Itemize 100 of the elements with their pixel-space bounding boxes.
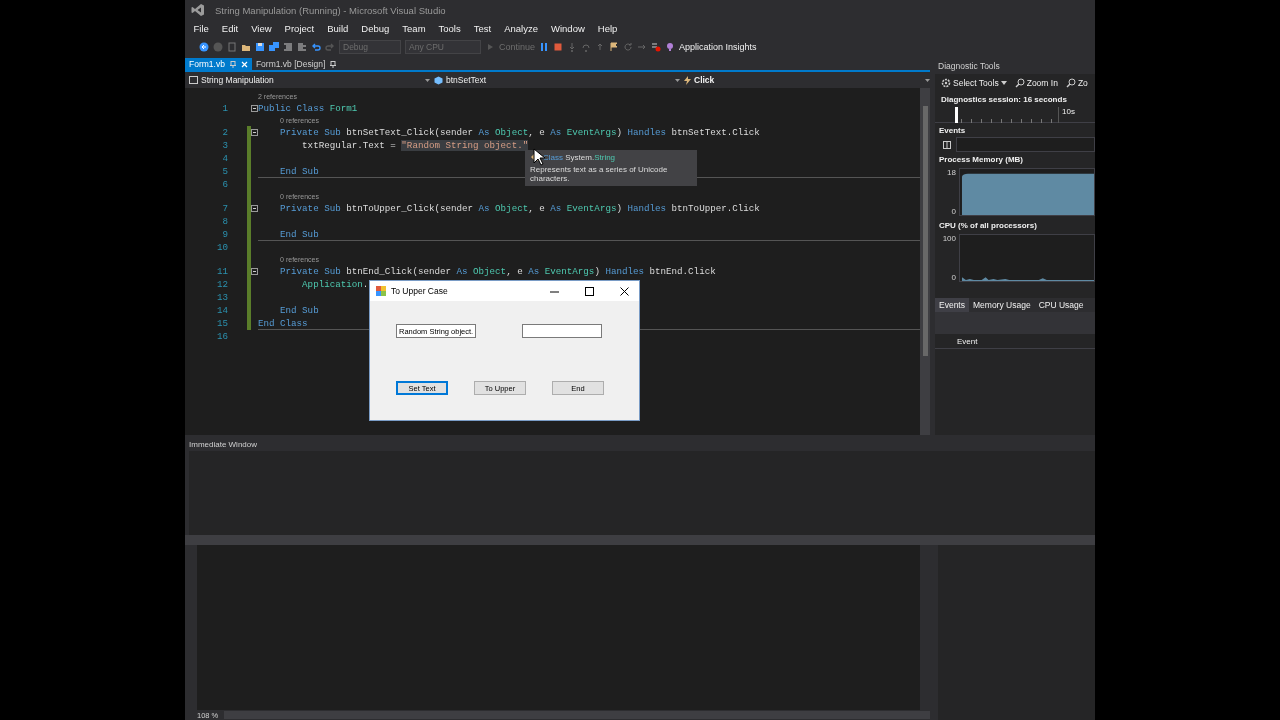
line-number: 11	[215, 266, 228, 277]
new-item-icon[interactable]	[227, 42, 237, 52]
line-number: 3	[221, 140, 228, 151]
collapse-icon[interactable]	[251, 129, 258, 136]
step-over-icon[interactable]	[581, 42, 592, 52]
code-line: End Class	[258, 317, 308, 329]
axis-label: 0	[951, 273, 956, 282]
session-label: Diagnostics session: 16 seconds	[940, 94, 1068, 106]
collapse-icon[interactable]	[251, 268, 258, 275]
section-header[interactable]: Process Memory (MB)	[935, 152, 1095, 166]
panel-tab[interactable]: Events	[935, 298, 969, 312]
text-field[interactable]	[522, 324, 602, 338]
collapse-icon[interactable]	[251, 105, 258, 112]
lightning-icon	[684, 75, 691, 85]
line-number: 1	[221, 103, 228, 114]
section-header[interactable]: CPU (% of all processors)	[935, 218, 1095, 232]
code-line: End Sub	[279, 228, 319, 240]
line-number: 4	[221, 153, 228, 164]
ruler-label: 10s	[1061, 107, 1075, 118]
line-number: 7	[221, 203, 228, 214]
line-number: 16	[215, 331, 228, 342]
line-number: 2	[221, 127, 228, 138]
line-number: 14	[215, 305, 228, 316]
save-all-icon[interactable]	[269, 42, 279, 52]
menu-item[interactable]: Project	[278, 22, 321, 34]
toolbar-button[interactable]: Select Tools	[941, 78, 1007, 88]
axis-label: 100	[942, 234, 956, 243]
menu-item[interactable]: View	[244, 22, 279, 34]
outdent-icon[interactable]	[297, 42, 307, 52]
caret-icon	[425, 78, 430, 82]
axis-label: 18	[947, 168, 956, 177]
menu-item[interactable]: Analyze	[497, 22, 545, 34]
vb-project-icon	[189, 76, 198, 84]
menu-item[interactable]: Tools	[432, 22, 468, 34]
panel-tab[interactable]: CPU Usage	[1034, 298, 1088, 312]
indent-icon[interactable]	[283, 42, 293, 52]
pause-icon[interactable]	[943, 140, 951, 149]
code-line: Private Sub btnToUpper_Click(sender As Object, e As EventArgs) Handles btnToUpper.Click	[279, 203, 760, 214]
menu-item[interactable]: File	[187, 22, 216, 34]
vertical-scrollbar[interactable]	[920, 88, 930, 435]
pause-icon[interactable]	[539, 42, 550, 52]
menu-item[interactable]: Window	[544, 22, 592, 34]
caret-icon	[925, 78, 930, 82]
code-line: txtRegular.Text = "Random String object."	[301, 140, 529, 151]
line-number: 5	[221, 166, 228, 177]
pin-icon[interactable]	[330, 60, 337, 68]
collapse-icon[interactable]	[251, 205, 258, 212]
document-tab[interactable]: Form1.vb [Design]	[251, 58, 341, 70]
navigation-label: btnSetText	[446, 75, 488, 85]
line-number: 10	[215, 242, 228, 253]
menu-item[interactable]: Build	[320, 22, 355, 34]
application-insights-button[interactable]: Application Insights	[679, 42, 757, 52]
horizontal-scrollbar[interactable]	[224, 711, 930, 719]
navigation-dropdown[interactable]: String Manipulation	[185, 72, 430, 88]
code-line: Private Sub btnSetText_Click(sender As Object, e As EventArgs) Handles btnSetText.Click	[279, 127, 760, 138]
axis-label: 0	[951, 207, 956, 216]
window-title: String Manipulation (Running) - Microsoft Visual Studio	[215, 4, 446, 16]
zoom-icon	[1014, 78, 1025, 88]
menu-item[interactable]: Debug	[354, 22, 396, 34]
cube-icon	[434, 75, 443, 85]
column-header[interactable]: Event	[935, 334, 1095, 349]
horizontal-scrollbar[interactable]	[185, 535, 1095, 545]
type-summary: Represents text as a series of Unicode characters.	[530, 165, 669, 183]
code-line: Public Class Form1	[258, 103, 358, 114]
save-icon[interactable]	[255, 42, 265, 52]
app-logo	[191, 3, 205, 17]
menu-item[interactable]: Help	[591, 22, 624, 34]
gear-icon	[941, 78, 951, 88]
stop-icon[interactable]	[553, 42, 564, 52]
line-number: 8	[221, 216, 228, 227]
zoom-icon	[1065, 78, 1076, 88]
navigation-dropdown[interactable]: btnSetText	[430, 72, 680, 88]
folder-icon[interactable]	[241, 42, 251, 52]
close-icon[interactable]	[619, 286, 629, 296]
maximize-icon[interactable]	[584, 286, 594, 296]
panel-tab[interactable]: Memory Usage	[969, 298, 1035, 312]
toolbar-button[interactable]: Zoom In	[1014, 78, 1058, 88]
line-number: 12	[215, 279, 228, 290]
undo-icon[interactable]	[311, 42, 321, 52]
caret-icon	[1000, 81, 1007, 85]
menu-item[interactable]: Team	[395, 22, 433, 34]
form-icon	[376, 286, 386, 296]
line-number: 13	[215, 292, 228, 303]
flag-icon[interactable]	[609, 42, 620, 52]
code-line: Private Sub btnEnd_Click(sender As Object, e As EventArgs) Handles btnEnd.Click	[279, 266, 716, 277]
code-line: Application.	[301, 279, 369, 290]
back-icon[interactable]	[199, 42, 209, 52]
toolbar-button[interactable]: Zo	[1065, 78, 1088, 88]
breakpoints-icon[interactable]	[651, 42, 662, 52]
menu-item[interactable]: Edit	[215, 22, 245, 34]
line-number: 15	[215, 318, 228, 329]
lightbulb-icon[interactable]	[665, 42, 676, 52]
arrow-right-icon[interactable]	[637, 42, 648, 52]
type-signature: Class System.String	[543, 153, 616, 162]
navigation-dropdown[interactable]: Click	[680, 72, 930, 88]
dialog-title: To Upper Case	[391, 286, 449, 296]
section-header[interactable]: Events	[935, 123, 1095, 137]
line-number: 6	[221, 179, 228, 190]
code-line: End Sub	[279, 165, 319, 177]
menu-item[interactable]: Test	[467, 22, 498, 34]
